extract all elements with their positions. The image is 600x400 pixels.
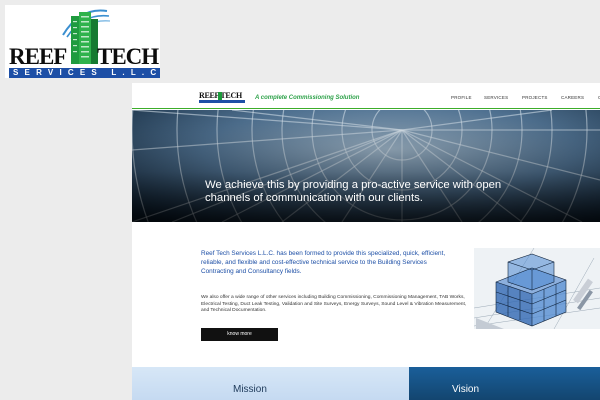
site-logo-building-icon bbox=[218, 92, 222, 100]
mission-heading: Mission bbox=[233, 384, 267, 395]
header-divider bbox=[132, 108, 600, 109]
hero-text: We achieve this by providing a pro-activ… bbox=[205, 179, 502, 204]
services-description: We also offer a wide range of other serv… bbox=[201, 295, 467, 314]
vision-panel[interactable]: Vision bbox=[409, 367, 600, 400]
nav-item-profile[interactable]: PROFILE bbox=[451, 95, 472, 100]
know-more-button[interactable]: know more bbox=[201, 328, 278, 341]
hero-banner: We achieve this by providing a pro-activ… bbox=[132, 110, 600, 222]
blueprint-illustration bbox=[474, 248, 600, 329]
building-model-image bbox=[474, 248, 600, 329]
intro-text: Reef Tech Services L.L.C. has been forme… bbox=[201, 250, 446, 275]
nav-item-projects[interactable]: PROJECTS bbox=[522, 95, 548, 100]
company-logo: REEF TECH SERVICES L.L.C. bbox=[5, 5, 160, 78]
site-logo[interactable]: REEF TECH bbox=[199, 92, 245, 104]
logo-subtitle: SERVICES L.L.C. bbox=[9, 68, 160, 78]
mission-panel[interactable]: Mission bbox=[132, 367, 409, 400]
logo-word-reef: REEF bbox=[9, 44, 67, 69]
fan-grille-image bbox=[132, 110, 600, 222]
nav-item-services[interactable]: SERVICES bbox=[484, 95, 508, 100]
vision-heading: Vision bbox=[452, 384, 480, 395]
nav-item-careers[interactable]: CAREERS bbox=[561, 95, 584, 100]
site-logo-bar bbox=[199, 100, 245, 103]
site-header: REEF TECH A complete Commissioning Solut… bbox=[132, 83, 600, 109]
website-preview: REEF TECH A complete Commissioning Solut… bbox=[132, 83, 600, 400]
logo-word-tech: TECH bbox=[97, 44, 159, 69]
site-tagline: A complete Commissioning Solution bbox=[255, 95, 360, 101]
